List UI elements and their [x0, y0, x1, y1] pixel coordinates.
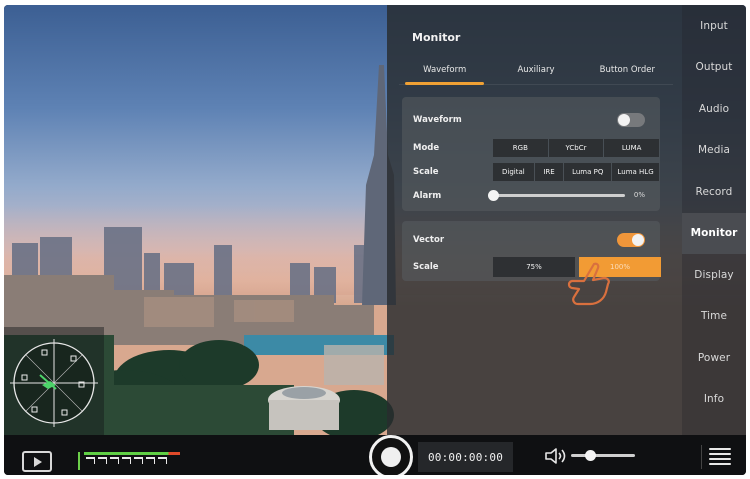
tab-waveform[interactable]: Waveform [399, 55, 490, 85]
scale-label: Scale [413, 167, 439, 177]
waveform-toggle[interactable] [617, 113, 645, 127]
meter-segment [110, 457, 119, 464]
tab-auxiliary[interactable]: Auxiliary [490, 55, 581, 84]
audio-meter-bars [86, 457, 167, 464]
tab-button-order[interactable]: Button Order [582, 55, 673, 84]
waveform-label: Waveform [413, 115, 462, 125]
side-menu: Input Output Audio Media Record Monitor … [682, 5, 746, 435]
menu-item-info[interactable]: Info [682, 379, 746, 421]
volume-slider-thumb[interactable] [585, 450, 597, 461]
scale-luma-pq-button[interactable]: Luma PQ [564, 163, 612, 181]
alarm-slider-thumb[interactable] [488, 190, 499, 201]
menu-item-output[interactable]: Output [682, 47, 746, 89]
volume-slider[interactable] [571, 450, 635, 461]
mode-label: Mode [413, 143, 440, 153]
menu-item-record[interactable]: Record [682, 171, 746, 213]
meter-segment [98, 457, 107, 464]
vector-card: Vector Scale 75% 100% [402, 221, 661, 281]
mode-rgb-button[interactable]: RGB [493, 139, 548, 157]
record-icon[interactable] [369, 435, 413, 475]
alarm-label: Alarm [413, 191, 442, 201]
waveform-row: Waveform [402, 113, 660, 127]
menu-item-monitor[interactable]: Monitor [682, 212, 746, 254]
scale-digital-button[interactable]: Digital [493, 163, 534, 181]
audio-level-bar [84, 452, 180, 455]
vectorscope-icon [10, 339, 98, 427]
vector-toggle[interactable] [617, 233, 645, 247]
scale-luma-hlg-button[interactable]: Luma HLG [612, 163, 659, 181]
monitor-panel: Monitor Waveform Auxiliary Button Order … [387, 5, 682, 435]
alarm-value: 0% [633, 191, 645, 199]
play-icon[interactable] [22, 451, 52, 472]
menu-item-power[interactable]: Power [682, 337, 746, 379]
alarm-slider[interactable] [488, 190, 625, 201]
menu-line [709, 463, 731, 465]
mode-row: Mode RGB YCbCr LUMA [402, 139, 660, 157]
toggle-knob [618, 114, 630, 126]
meter-segment [158, 457, 167, 464]
scale-selector: Digital IRE Luma PQ Luma HLG [493, 163, 659, 181]
mode-luma-button[interactable]: LUMA [604, 139, 660, 157]
device-screen: Monitor Waveform Auxiliary Button Order … [4, 5, 746, 475]
vector-row: Vector [402, 233, 660, 247]
menu-line [709, 448, 731, 450]
vector-scale-label: Scale [413, 262, 439, 272]
vector-label: Vector [413, 235, 445, 245]
scale-row: Scale Digital IRE Luma PQ Luma HLG [402, 163, 660, 181]
mode-ycbcr-button[interactable]: YCbCr [548, 139, 604, 157]
waveform-card: Waveform Mode RGB YCbCr LUMA Scale Digit… [402, 97, 660, 211]
vector-scale-row: Scale 75% 100% [402, 257, 661, 277]
menu-icon[interactable] [701, 445, 731, 469]
bottom-bar: 00:00:00:00 [4, 435, 746, 475]
menu-item-media[interactable]: Media [682, 130, 746, 172]
mode-selector: RGB YCbCr LUMA [493, 139, 660, 157]
meter-segment [122, 457, 131, 464]
audio-meter-icon [78, 452, 182, 470]
speaker-icon[interactable] [544, 447, 568, 465]
panel-title: Monitor [412, 31, 461, 44]
menu-item-display[interactable]: Display [682, 254, 746, 296]
meter-segment [134, 457, 143, 464]
meter-segment [86, 457, 95, 464]
monitor-tabs: Waveform Auxiliary Button Order [399, 55, 673, 85]
vector-scale-75-button[interactable]: 75% [493, 257, 575, 277]
meter-segment [146, 457, 155, 464]
timecode-display: 00:00:00:00 [418, 442, 513, 472]
menu-line [709, 458, 731, 460]
scale-ire-button[interactable]: IRE [534, 163, 564, 181]
menu-item-input[interactable]: Input [682, 5, 746, 47]
toggle-knob [632, 234, 644, 246]
alarm-row: Alarm 0% [402, 187, 660, 205]
pointing-hand-icon [567, 262, 610, 306]
vectorscope [4, 327, 104, 435]
menu-item-audio[interactable]: Audio [682, 88, 746, 130]
menu-item-time[interactable]: Time [682, 296, 746, 338]
menu-line [709, 453, 731, 455]
